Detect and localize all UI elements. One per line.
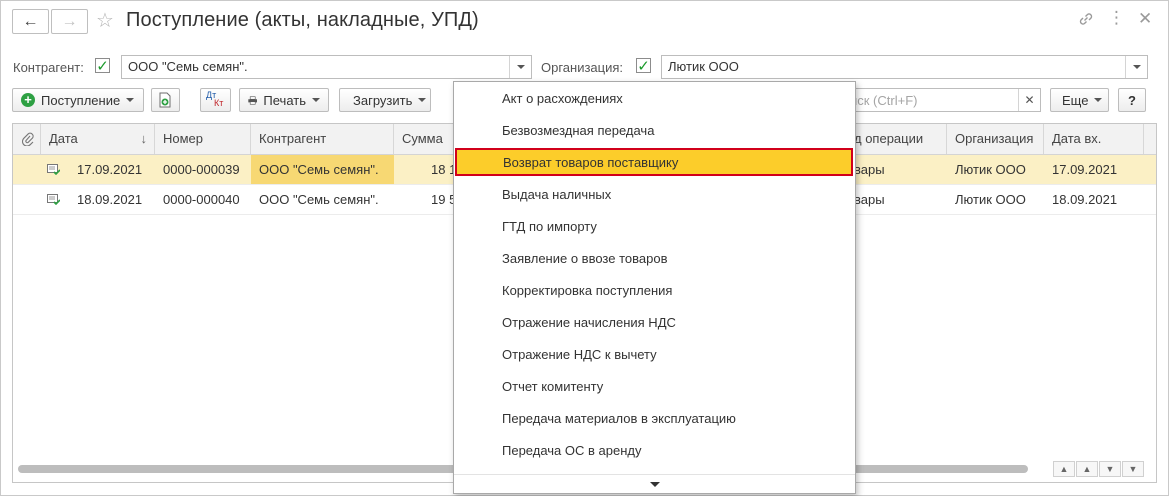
menu-item-return-to-supplier[interactable]: Возврат товаров поставщику bbox=[455, 148, 853, 176]
menu-item-fixed-assets-lease[interactable]: Передача ОС в аренду bbox=[454, 436, 855, 466]
organization-dropdown-button[interactable] bbox=[1125, 56, 1147, 78]
chevron-down-icon bbox=[1094, 98, 1103, 102]
link-icon[interactable] bbox=[1077, 10, 1095, 33]
scroll-to-top-button[interactable]: ▲ bbox=[1053, 461, 1075, 477]
counterparty-field[interactable]: ООО "Семь семян". bbox=[121, 55, 532, 79]
organization-value: Лютик ООО bbox=[668, 59, 739, 74]
scroll-to-bottom-button[interactable]: ▼ bbox=[1122, 461, 1144, 477]
row-date-in: 18.09.2021 bbox=[1052, 192, 1118, 207]
row-number: 0000-000039 bbox=[163, 162, 240, 177]
more-menu-icon[interactable]: ⋮ bbox=[1108, 8, 1125, 28]
row-operation: вары bbox=[854, 162, 885, 177]
add-icon: + bbox=[21, 93, 35, 107]
print-button-label: Печать bbox=[263, 92, 306, 108]
chevron-down-icon bbox=[649, 481, 660, 487]
chevron-down-icon bbox=[418, 98, 427, 102]
date-header-label: Дата bbox=[49, 131, 78, 146]
more-button[interactable]: Еще bbox=[1050, 88, 1109, 112]
down-icon: ▼ bbox=[1105, 464, 1115, 474]
receipt-button-label: Поступление bbox=[41, 92, 121, 108]
menu-item-discrepancy-act[interactable]: Акт о расхождениях bbox=[454, 84, 855, 114]
menu-item-import-statement[interactable]: Заявление о ввозе товаров bbox=[454, 244, 855, 274]
row-organization: Лютик ООО bbox=[955, 192, 1026, 207]
row-date-in: 17.09.2021 bbox=[1052, 162, 1118, 177]
receipt-type-menu: Акт о расхождениях Безвозмездная передач… bbox=[453, 81, 856, 494]
menu-item-cash-issue[interactable]: Выдача наличных bbox=[454, 180, 855, 210]
counterparty-dropdown-button[interactable] bbox=[509, 56, 531, 78]
menu-item-vat-deduction[interactable]: Отражение НДС к вычету bbox=[454, 340, 855, 370]
close-icon[interactable]: ✕ bbox=[1138, 9, 1152, 29]
date-in-column-header[interactable]: Дата вх. bbox=[1044, 124, 1144, 154]
operation-column-header[interactable]: д операции bbox=[846, 124, 947, 154]
receipt-create-button[interactable]: + Поступление bbox=[12, 88, 144, 112]
organization-checkbox[interactable]: ✓ bbox=[636, 58, 651, 75]
forward-button[interactable]: → bbox=[51, 9, 88, 34]
sum-column-header[interactable]: Сумма bbox=[394, 124, 454, 154]
row-date: 17.09.2021 bbox=[77, 162, 143, 177]
page-title: Поступление (акты, накладные, УПД) bbox=[126, 9, 479, 31]
arrow-left-icon: ← bbox=[22, 12, 39, 30]
chevron-down-icon bbox=[516, 65, 525, 69]
posted-document-icon bbox=[47, 164, 60, 175]
counterparty-checkbox[interactable]: ✓ bbox=[95, 58, 110, 75]
counterparty-label: Контрагент: bbox=[13, 60, 84, 75]
organization-field[interactable]: Лютик ООО bbox=[661, 55, 1148, 79]
menu-item-customs-declaration[interactable]: ГТД по импорту bbox=[454, 212, 855, 242]
scroll-up-button[interactable]: ▲ bbox=[1076, 461, 1098, 477]
organization-label: Организация: bbox=[541, 60, 624, 75]
load-button-label: Загрузить bbox=[353, 92, 413, 108]
attachment-column-header[interactable] bbox=[13, 124, 41, 154]
help-button[interactable]: ? bbox=[1118, 88, 1146, 112]
search-input[interactable]: иск (Ctrl+F) ✕ bbox=[845, 88, 1041, 112]
more-button-label: Еще bbox=[1062, 92, 1089, 108]
double-up-icon: ▲ bbox=[1059, 464, 1069, 474]
favorite-star-icon[interactable]: ☆ bbox=[96, 8, 114, 33]
row-operation: вары bbox=[854, 192, 885, 207]
back-button[interactable]: ← bbox=[12, 9, 49, 34]
printer-icon bbox=[248, 95, 258, 105]
double-down-icon: ▼ bbox=[1128, 464, 1138, 474]
menu-item-free-transfer[interactable]: Безвозмездная передача bbox=[454, 116, 855, 146]
scroll-down-button[interactable]: ▼ bbox=[1099, 461, 1121, 477]
row-sum: 18 1 bbox=[431, 162, 454, 177]
up-icon: ▲ bbox=[1082, 464, 1092, 474]
document-add-icon bbox=[159, 92, 171, 108]
counterparty-value: ООО "Семь семян". bbox=[128, 59, 248, 74]
sort-down-arrow-icon: ↓ bbox=[140, 131, 148, 146]
organization-column-header[interactable]: Организация bbox=[947, 124, 1044, 154]
kt-label: Кт bbox=[214, 98, 224, 108]
paperclip-icon bbox=[21, 132, 34, 147]
row-date: 18.09.2021 bbox=[77, 192, 143, 207]
chevron-down-icon bbox=[126, 98, 135, 102]
menu-item-vat-accrual[interactable]: Отражение начисления НДС bbox=[454, 308, 855, 338]
arrow-right-icon: → bbox=[61, 12, 78, 30]
print-button[interactable]: Печать bbox=[239, 88, 329, 112]
row-counterparty: ООО "Семь семян". bbox=[259, 192, 379, 207]
chevron-down-icon bbox=[312, 98, 320, 102]
date-column-header[interactable]: Дата ↓ bbox=[41, 124, 155, 154]
create-by-copy-button[interactable] bbox=[151, 88, 180, 112]
row-organization: Лютик ООО bbox=[955, 162, 1026, 177]
row-number: 0000-000040 bbox=[163, 192, 240, 207]
load-button[interactable]: Загрузить bbox=[339, 88, 431, 112]
posted-document-icon bbox=[47, 194, 60, 205]
menu-item-receipt-correction[interactable]: Корректировка поступления bbox=[454, 276, 855, 306]
search-placeholder: иск (Ctrl+F) bbox=[850, 93, 918, 108]
dt-kt-button[interactable]: Дт Кт bbox=[200, 88, 231, 112]
menu-item-materials-transfer[interactable]: Передача материалов в эксплуатацию bbox=[454, 404, 855, 434]
counterparty-column-header[interactable]: Контрагент bbox=[251, 124, 394, 154]
row-counterparty: ООО "Семь семян". bbox=[251, 155, 394, 184]
chevron-down-icon bbox=[1132, 65, 1141, 69]
clear-search-icon[interactable]: ✕ bbox=[1018, 89, 1040, 111]
menu-scroll-down-button[interactable] bbox=[454, 474, 855, 493]
number-column-header[interactable]: Номер bbox=[155, 124, 251, 154]
row-sum: 19 5 bbox=[431, 192, 454, 207]
menu-item-principal-report[interactable]: Отчет комитенту bbox=[454, 372, 855, 402]
